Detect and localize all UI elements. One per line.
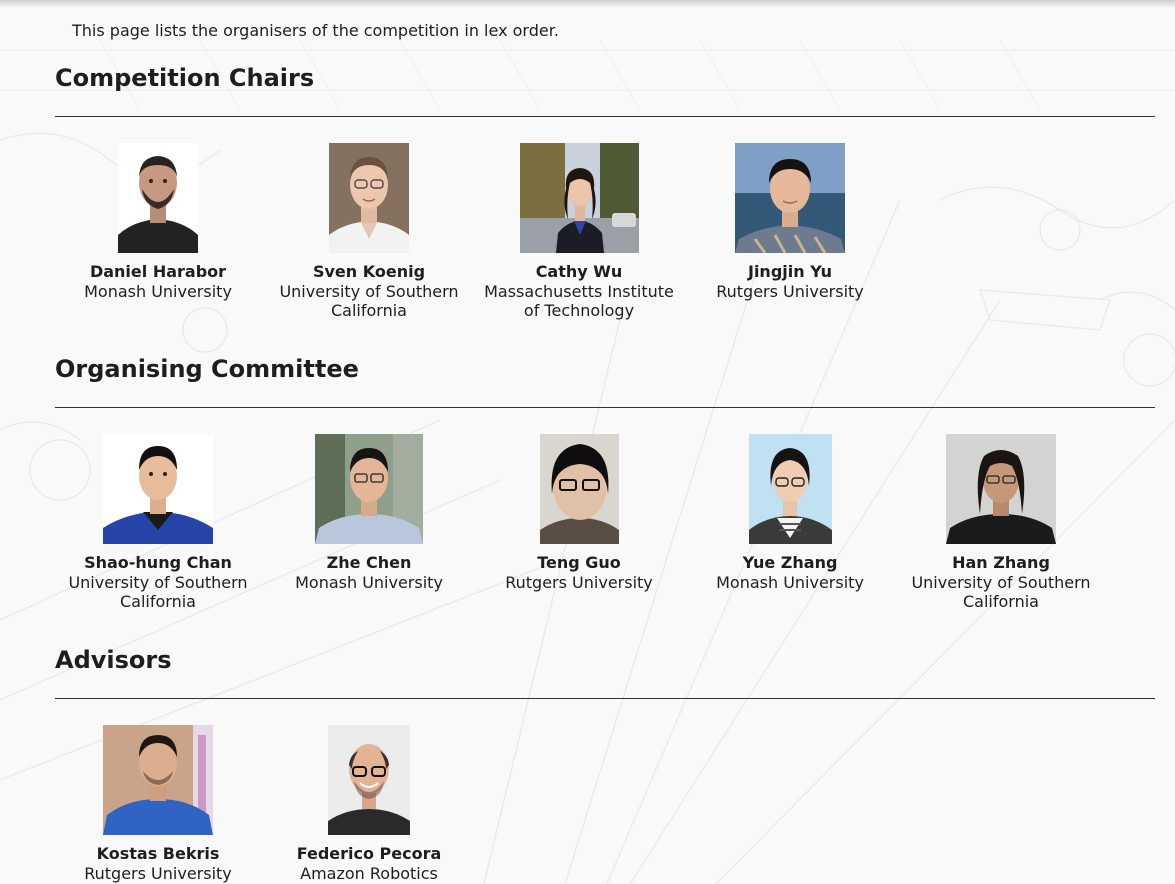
person-card: Daniel Harabor Monash University: [58, 143, 258, 301]
person-photo: [946, 434, 1056, 544]
person-affiliation: Rutgers University: [505, 573, 653, 592]
person-card: Sven Koenig University of Southern Calif…: [269, 143, 469, 320]
person-card: Shao-hung Chan University of Southern Ca…: [58, 434, 258, 611]
person-card: Yue Zhang Monash University: [690, 434, 890, 592]
person-card: Zhe Chen Monash University: [269, 434, 469, 592]
person-photo: [519, 143, 639, 253]
person-affiliation: Monash University: [716, 573, 864, 592]
person-card: Kostas Bekris Rutgers University: [58, 725, 258, 883]
person-name: Yue Zhang: [742, 553, 838, 572]
section-divider: [55, 116, 1155, 117]
person-name: Federico Pecora: [296, 844, 442, 863]
person-photo: [103, 434, 213, 544]
person-card: Teng Guo Rutgers University: [479, 434, 679, 592]
person-affiliation: Massachusetts Institute of Technology: [484, 282, 674, 320]
person-name: Shao-hung Chan: [84, 553, 232, 572]
person-photo: [329, 143, 409, 253]
person-affiliation: Monash University: [84, 282, 232, 301]
person-affiliation: University of Southern California: [279, 282, 459, 320]
person-affiliation: Amazon Robotics: [300, 864, 438, 883]
person-affiliation: Rutgers University: [84, 864, 232, 883]
person-photo: [748, 434, 832, 544]
person-name: Jingjin Yu: [747, 262, 833, 281]
top-shadow: [0, 0, 1175, 8]
person-affiliation: University of Southern California: [911, 573, 1091, 611]
person-card: Han Zhang University of Southern Califor…: [901, 434, 1101, 611]
person-name: Kostas Bekris: [96, 844, 220, 863]
section-divider: [55, 698, 1155, 699]
organisers-page: This page lists the organisers of the co…: [0, 0, 1175, 884]
person-photo: [315, 434, 423, 544]
person-affiliation: University of Southern California: [68, 573, 248, 611]
person-card: Jingjin Yu Rutgers University: [690, 143, 890, 301]
person-card: Cathy Wu Massachusetts Institute of Tech…: [479, 143, 679, 320]
section-divider: [55, 407, 1155, 408]
person-photo: [735, 143, 845, 253]
person-name: Cathy Wu: [535, 262, 623, 281]
section-title-organising-committee: Organising Committee: [55, 355, 359, 383]
person-name: Zhe Chen: [326, 553, 412, 572]
person-name: Sven Koenig: [312, 262, 426, 281]
person-affiliation: Monash University: [295, 573, 443, 592]
intro-text: This page lists the organisers of the co…: [72, 21, 559, 40]
person-name: Daniel Harabor: [89, 262, 227, 281]
section-title-advisors: Advisors: [55, 646, 172, 674]
person-photo: [118, 143, 198, 253]
person-photo: [539, 434, 619, 544]
person-photo: [103, 725, 213, 835]
person-name: Teng Guo: [537, 553, 621, 572]
person-photo: [328, 725, 410, 835]
person-name: Han Zhang: [952, 553, 1050, 572]
person-card: Federico Pecora Amazon Robotics: [269, 725, 469, 883]
person-affiliation: Rutgers University: [716, 282, 864, 301]
section-title-competition-chairs: Competition Chairs: [55, 64, 315, 92]
